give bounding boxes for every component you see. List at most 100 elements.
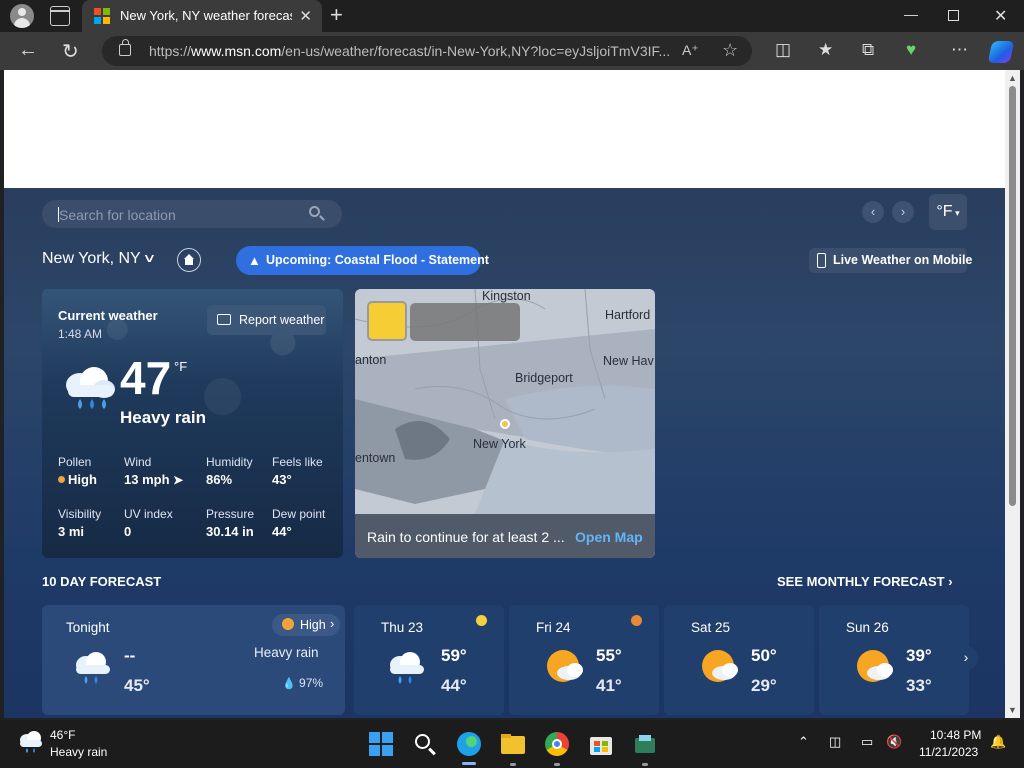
back-arrow-icon[interactable]: ←: [18, 39, 38, 62]
volume-muted-icon[interactable]: 🔇: [886, 734, 902, 750]
active-app-indicator: [462, 762, 476, 765]
raindrop-icon: 💧: [282, 678, 296, 690]
restore-button[interactable]: [948, 10, 959, 21]
microsoft-store-icon[interactable]: [589, 732, 613, 756]
page-viewport: Search for location ‹ › °F ▾ New York, N…: [4, 70, 1005, 718]
map-label-entown: entown: [355, 451, 396, 465]
forecast-condition: Heavy rain: [254, 645, 319, 660]
prev-arrow-button[interactable]: ‹: [862, 201, 884, 223]
chevron-right-icon: ›: [330, 616, 335, 631]
chrome-icon[interactable]: [545, 732, 569, 756]
rain-cloud-icon: [390, 652, 424, 684]
lock-icon[interactable]: [119, 39, 131, 56]
current-weather-title: Current weather: [58, 308, 158, 323]
map-legend-bar: [410, 303, 520, 341]
browser-essentials-icon[interactable]: ♥: [906, 40, 916, 60]
search-icon[interactable]: [413, 732, 437, 756]
tab-title: New York, NY weather forecast |: [120, 8, 292, 23]
current-time: 1:48 AM: [58, 327, 103, 341]
radar-map[interactable]: Kingston Hartford anton New Hav Bridgepo…: [355, 289, 655, 558]
map-label-bridgeport: Bridgeport: [515, 371, 573, 385]
location-name[interactable]: New York, NY: [42, 250, 141, 268]
partly-sunny-icon: [547, 650, 583, 682]
stat-humidity: Humidity 86%: [206, 455, 253, 487]
pollen-badge[interactable]: High ›: [272, 614, 340, 636]
scroll-up-icon[interactable]: ▲: [1008, 73, 1017, 83]
split-screen-icon[interactable]: ◫: [775, 40, 791, 60]
map-label-new-hav: New Hav: [603, 354, 654, 368]
stat-pressure: Pressure 30.14 in: [206, 507, 255, 539]
stat-uv-index: UV index 0: [124, 507, 173, 539]
partly-sunny-icon: [857, 650, 893, 682]
close-window-button[interactable]: ✕: [994, 6, 1007, 26]
forecast-section-title: 10 DAY FORECAST: [42, 574, 162, 589]
file-explorer-icon[interactable]: [501, 732, 525, 756]
precip-chance: 💧 97%: [282, 676, 324, 690]
pollen-icon: [631, 615, 642, 626]
windows-start-icon[interactable]: [369, 732, 393, 756]
alert-text: Upcoming: Coastal Flood - Statement: [266, 253, 489, 267]
search-placeholder: Search for location: [59, 207, 176, 223]
monthly-forecast-link[interactable]: SEE MONTHLY FORECAST ›: [777, 574, 953, 589]
forecast-card-sat[interactable]: Sat 25 50° 29°: [664, 605, 814, 715]
forecast-next-button[interactable]: ›: [954, 646, 978, 670]
map-label-hartford: Hartford: [605, 308, 651, 322]
live-weather-mobile-button[interactable]: Live Weather on Mobile: [809, 248, 972, 273]
stat-pollen: Pollen High: [58, 455, 97, 487]
forecast-card-sun[interactable]: Sun 26 39° 33°: [819, 605, 969, 715]
map-footer: Rain to continue for at least 2 ... Open…: [355, 514, 655, 558]
app-icon[interactable]: [633, 732, 657, 756]
scroll-down-icon[interactable]: ▼: [1008, 705, 1017, 715]
notification-bell-icon[interactable]: 🔔: [990, 734, 1006, 750]
rain-cloud-icon: [66, 367, 115, 409]
msn-favicon-icon: [94, 8, 110, 24]
page-scrollbar[interactable]: ▲ ▼: [1005, 70, 1020, 718]
warning-icon: ▲: [248, 253, 261, 268]
url-text[interactable]: https://www.msn.com/en-us/weather/foreca…: [149, 43, 670, 59]
clock-date[interactable]: 11/21/2023: [919, 745, 978, 759]
forecast-card-thu[interactable]: Thu 23 59° 44°: [354, 605, 504, 715]
partly-sunny-icon: [702, 650, 738, 682]
favorites-icon[interactable]: ★: [818, 40, 833, 60]
taskbar-weather-temp[interactable]: 46°F: [50, 728, 75, 742]
tab-actions-icon[interactable]: [50, 6, 70, 26]
search-icon[interactable]: [309, 206, 320, 217]
search-input[interactable]: Search for location: [42, 200, 342, 228]
alert-button[interactable]: ▲ Upcoming: Coastal Flood - Statement: [236, 246, 489, 275]
stat-wind: Wind 13 mph ➤: [124, 455, 184, 487]
tab-close-button[interactable]: ✕: [299, 7, 312, 25]
active-tab[interactable]: New York, NY weather forecast | ✕: [82, 0, 322, 32]
clock-time[interactable]: 10:48 PM: [930, 728, 981, 742]
taskbar-weather-icon[interactable]: [17, 730, 45, 754]
wind-direction-icon: ➤: [173, 473, 184, 487]
taskbar-weather-condition[interactable]: Heavy rain: [50, 745, 107, 759]
show-hidden-icons-icon[interactable]: ⌃: [798, 734, 809, 750]
more-menu-icon[interactable]: ⋯: [951, 40, 968, 60]
current-weather-card: Current weather 1:48 AM Report weather 4…: [42, 289, 343, 558]
display-icon[interactable]: ▭: [861, 734, 873, 750]
pollen-icon: [476, 615, 487, 626]
map-label-kingston: Kingston: [482, 289, 531, 303]
phone-icon: [817, 253, 826, 268]
taskbar: 46°F Heavy rain ⌃ ◫ ▭ 🔇 10:48 PM 11/21/2…: [0, 720, 1024, 768]
forecast-card-tonight[interactable]: Tonight High › -- 45° Heavy rain 💧 97%: [42, 605, 345, 715]
collections-icon[interactable]: ⧉: [862, 40, 874, 60]
favorite-star-icon[interactable]: ☆: [722, 40, 738, 61]
address-bar[interactable]: https://www.msn.com/en-us/weather/foreca…: [102, 36, 752, 66]
profile-avatar-icon[interactable]: [10, 4, 34, 28]
map-summary-text: Rain to continue for at least 2 ...: [367, 529, 565, 545]
forecast-card-fri[interactable]: Fri 24 55° 41°: [509, 605, 659, 715]
next-arrow-button[interactable]: ›: [892, 201, 914, 223]
report-weather-button[interactable]: Report weather: [207, 305, 326, 335]
scroll-thumb[interactable]: [1009, 86, 1016, 506]
network-icon[interactable]: ◫: [829, 734, 841, 750]
minimize-button[interactable]: —: [904, 6, 918, 22]
unit-toggle-button[interactable]: °F ▾: [929, 194, 967, 230]
read-aloud-icon[interactable]: A⁺: [682, 42, 699, 59]
new-tab-button[interactable]: +: [330, 4, 343, 26]
edge-browser-icon[interactable]: [457, 732, 481, 756]
open-map-link[interactable]: Open Map: [575, 529, 643, 545]
refresh-icon[interactable]: ↻: [62, 39, 79, 64]
home-icon[interactable]: [177, 248, 201, 272]
chevron-down-icon[interactable]: ∨: [142, 251, 156, 265]
